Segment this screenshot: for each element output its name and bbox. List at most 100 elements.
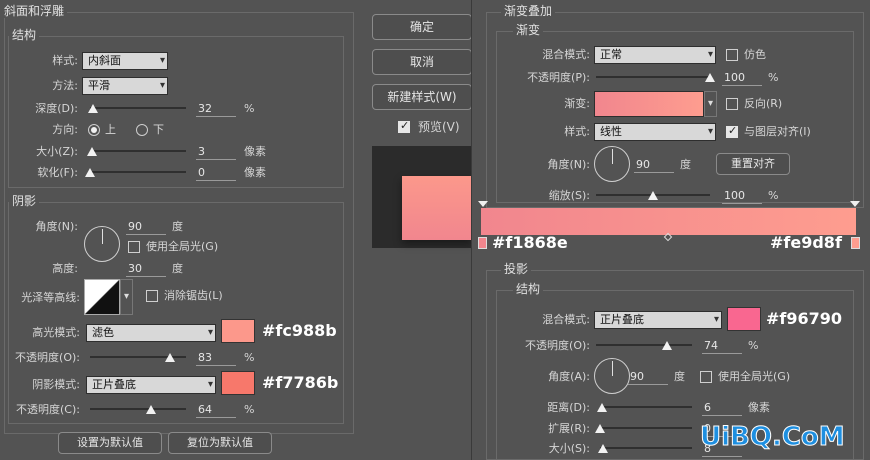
chevron-down-icon: ▾	[159, 80, 165, 91]
highlight-opacity-input[interactable]: 83	[196, 350, 236, 366]
ok-button[interactable]: 确定	[372, 14, 472, 40]
go-scale-input[interactable]: 100	[722, 188, 762, 204]
angle-needle	[612, 360, 613, 376]
ds-opacity-unit: %	[748, 339, 759, 352]
go-reset-align-button[interactable]: 重置对齐	[716, 153, 790, 175]
drop-shadow-sub-title: 结构	[513, 282, 544, 296]
shading-global-light-checkbox[interactable]	[128, 241, 140, 253]
bevel-style-select[interactable]: 内斜面 ▾	[82, 52, 168, 70]
shading-angle-unit: 度	[172, 220, 183, 233]
opacity-stop-right-icon[interactable]	[850, 201, 860, 207]
shading-altitude-input[interactable]: 30	[126, 261, 166, 277]
gradient-editor-bar[interactable]	[481, 208, 856, 235]
bevel-style-label: 样式:	[52, 54, 78, 67]
slider-thumb[interactable]	[146, 405, 157, 414]
direction-up-radio[interactable]	[88, 124, 100, 136]
go-angle-dial[interactable]	[594, 146, 630, 182]
stop-left-hex-label: #f1868e	[492, 233, 568, 252]
slider-thumb[interactable]	[164, 353, 175, 362]
preview-area	[372, 146, 472, 248]
shadow-mode-select[interactable]: 正片叠底 ▾	[86, 376, 216, 394]
ds-angle-dial[interactable]	[594, 358, 630, 394]
go-align-label: 与图层对齐(I)	[744, 125, 811, 138]
go-dither-checkbox[interactable]	[726, 49, 738, 61]
ds-blend-value: 正片叠底	[600, 313, 644, 326]
ds-angle-input[interactable]: 90	[628, 369, 668, 385]
shadow-mode-label: 阴影模式:	[32, 378, 80, 391]
color-stop-left-icon[interactable]	[478, 237, 487, 249]
shadow-opacity-input[interactable]: 64	[196, 402, 236, 418]
shadow-color-swatch[interactable]	[221, 371, 255, 395]
go-opacity-input[interactable]: 100	[722, 70, 762, 86]
highlight-opacity-slider[interactable]	[90, 353, 186, 363]
go-blend-select[interactable]: 正常 ▾	[594, 46, 716, 64]
stop-right-hex-label: #fe9d8f	[770, 233, 842, 252]
chevron-down-icon: ▾	[207, 327, 213, 338]
ds-opacity-slider[interactable]	[596, 341, 692, 351]
go-gradient-picker[interactable]	[594, 91, 704, 117]
shading-angle-dial[interactable]	[84, 226, 120, 262]
bevel-depth-slider[interactable]	[88, 104, 186, 114]
go-scale-label: 缩放(S):	[548, 189, 590, 202]
slider-thumb[interactable]	[705, 73, 715, 82]
go-scale-slider[interactable]	[596, 191, 710, 201]
bevel-style-value: 内斜面	[88, 54, 121, 67]
gloss-contour-picker[interactable]	[84, 279, 120, 315]
go-angle-input[interactable]: 90	[634, 157, 674, 173]
slider-thumb[interactable]	[88, 104, 99, 113]
bevel-size-input[interactable]: 3	[196, 144, 236, 160]
ds-distance-slider[interactable]	[596, 403, 692, 413]
slider-thumb[interactable]	[597, 444, 608, 453]
ds-blend-select[interactable]: 正片叠底 ▾	[594, 311, 722, 329]
bevel-size-slider[interactable]	[86, 147, 186, 157]
ds-global-light-checkbox[interactable]	[700, 371, 712, 383]
direction-up-label: 上	[105, 123, 116, 136]
chevron-down-icon: ▾	[207, 379, 213, 390]
antialias-checkbox[interactable]	[146, 290, 158, 302]
opacity-stop-left-icon[interactable]	[478, 201, 488, 207]
shadow-opacity-slider[interactable]	[90, 405, 186, 415]
shadow-opacity-label: 不透明度(C):	[16, 403, 80, 416]
bevel-method-select[interactable]: 平滑 ▾	[82, 77, 168, 95]
bevel-size-unit: 像素	[244, 145, 266, 158]
antialias-label: 消除锯齿(L)	[164, 289, 223, 302]
ds-distance-input[interactable]: 6	[702, 400, 742, 416]
slider-thumb[interactable]	[595, 424, 605, 433]
shading-global-light-label: 使用全局光(G)	[146, 240, 219, 253]
watermark-logo: UiBQ.CoM	[700, 422, 846, 453]
bevel-soften-unit: 像素	[244, 166, 266, 179]
color-stop-right-icon[interactable]	[851, 237, 860, 249]
slider-thumb[interactable]	[596, 403, 607, 412]
slider-thumb[interactable]	[662, 341, 673, 350]
go-blend-label: 混合模式:	[542, 48, 590, 61]
go-dither-label: 仿色	[744, 48, 766, 61]
go-style-select[interactable]: 线性 ▾	[594, 123, 716, 141]
slider-thumb[interactable]	[86, 147, 97, 156]
highlight-mode-select[interactable]: 滤色 ▾	[86, 324, 216, 342]
go-reverse-checkbox[interactable]	[726, 98, 738, 110]
bevel-soften-input[interactable]: 0	[196, 165, 236, 181]
bevel-soften-slider[interactable]	[85, 168, 186, 178]
ds-opacity-input[interactable]: 74	[702, 338, 742, 354]
preview-checkbox[interactable]	[398, 119, 410, 133]
new-style-button[interactable]: 新建样式(W)	[372, 84, 472, 110]
highlight-color-swatch[interactable]	[221, 319, 255, 343]
gloss-contour-dropdown[interactable]: ▾	[120, 279, 133, 315]
reset-default-button[interactable]: 复位为默认值	[168, 432, 272, 454]
direction-down-radio[interactable]	[136, 124, 148, 136]
ds-color-swatch[interactable]	[727, 307, 761, 331]
go-opacity-slider[interactable]	[596, 73, 715, 83]
gloss-contour-label: 光泽等高线:	[21, 291, 80, 304]
set-default-button[interactable]: 设置为默认值	[58, 432, 162, 454]
preview-label: 预览(V)	[418, 120, 460, 134]
shading-angle-input[interactable]: 90	[126, 219, 166, 235]
cancel-button[interactable]: 取消	[372, 49, 472, 75]
bevel-depth-input[interactable]: 32	[196, 101, 236, 117]
slider-thumb[interactable]	[648, 191, 658, 200]
slider-thumb[interactable]	[85, 168, 95, 177]
ds-size-slider[interactable]	[597, 444, 692, 454]
go-align-checkbox[interactable]	[726, 124, 738, 138]
ds-spread-slider[interactable]	[595, 424, 692, 434]
go-gradient-dropdown[interactable]: ▾	[704, 91, 717, 117]
ds-global-light-label: 使用全局光(G)	[718, 370, 791, 383]
